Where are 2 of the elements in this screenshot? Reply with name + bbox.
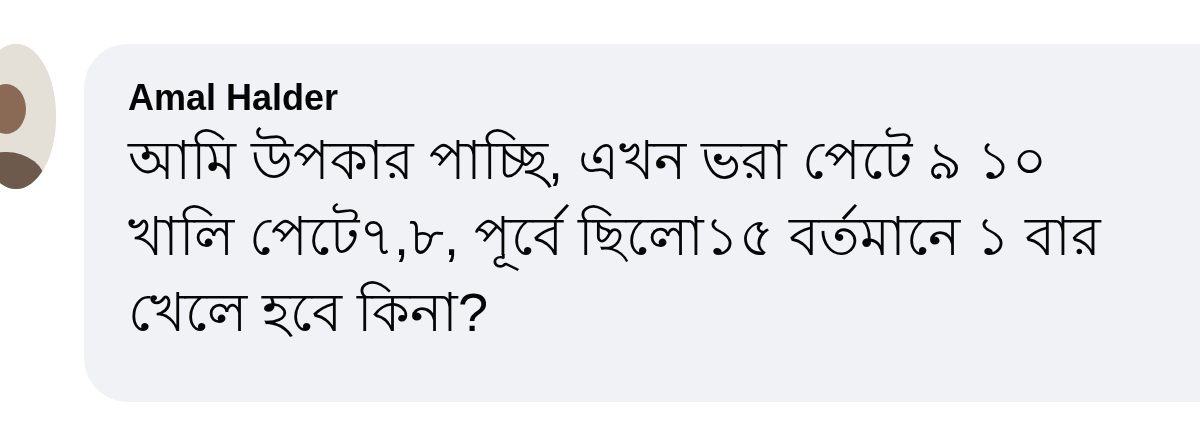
comment-text: আমি উপকার পাচ্ছি, এখন ভরা পেটে ৯ ১০ খালি পেটে৭,৮, পূর্বে ছিলো১৫ বর্তমানে ১ বার খেলে হবে কিনা? [128,122,1148,350]
author-name[interactable]: Amal Halder [128,74,1200,122]
